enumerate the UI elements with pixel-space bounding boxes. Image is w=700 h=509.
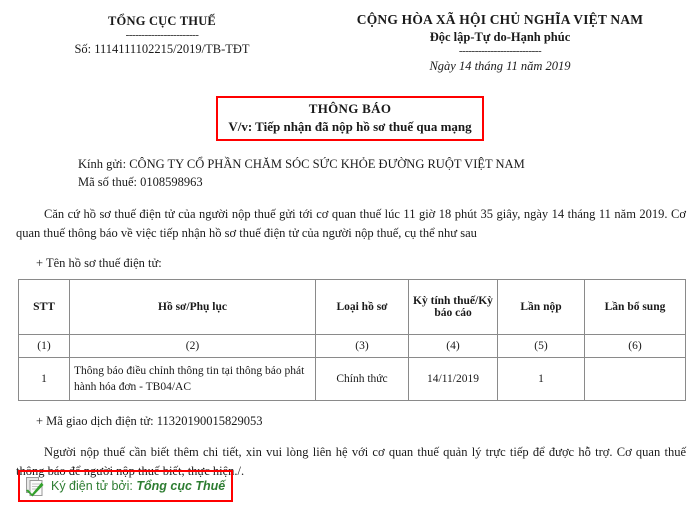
title-box: THÔNG BÁO V/v: Tiếp nhận đã nộp hồ sơ th…	[216, 96, 484, 141]
table-header-row: STT Hồ sơ/Phụ lục Loại hồ sơ Kỳ tính thu…	[18, 278, 686, 335]
recipient-company: Kính gửi: CÔNG TY CỔ PHẦN CHĂM SÓC SỨC K…	[78, 157, 525, 171]
signature-label-wrapper: Ký điện tử bởi: Tổng cục Thuế	[51, 479, 225, 493]
document-page: TỔNG CỤC THUẾ ----------------------- Số…	[0, 0, 700, 509]
efile-list-label: + Tên hồ sơ thuế điện tử:	[36, 255, 162, 270]
left-divider-rule: -----------------------	[125, 29, 199, 41]
cell-submission: 1	[497, 356, 585, 401]
header-left-block: TỔNG CỤC THUẾ ----------------------- Số…	[12, 10, 312, 57]
document-header: TỔNG CỤC THUẾ ----------------------- Số…	[0, 0, 700, 74]
issuing-organization: TỔNG CỤC THUẾ	[108, 14, 216, 28]
signed-document-check-icon	[24, 475, 46, 497]
cell-description: Thông báo điều chỉnh thông tin tại thông…	[69, 356, 316, 401]
recipient-tax-code: Mã số thuế: 0108598963	[78, 175, 203, 190]
number-cell-1: (1)	[18, 333, 70, 358]
column-header-description: Hồ sơ/Phụ lục	[69, 278, 316, 335]
title-section: THÔNG BÁO V/v: Tiếp nhận đã nộp hồ sơ th…	[0, 96, 700, 141]
number-cell-3: (3)	[315, 333, 409, 358]
cell-supplement	[584, 356, 686, 401]
number-cell-5: (5)	[497, 333, 585, 358]
column-header-stt: STT	[18, 278, 70, 335]
recipient-block: Kính gửi: CÔNG TY CỔ PHẦN CHĂM SÓC SỨC K…	[0, 155, 700, 191]
signature-label: Ký điện tử bởi:	[51, 479, 133, 493]
document-table-wrapper: STT Hồ sơ/Phụ lục Loại hồ sơ Kỳ tính thu…	[0, 278, 700, 401]
right-divider-rule: --------------------------	[458, 45, 542, 57]
number-cell-6: (6)	[584, 333, 686, 358]
document-table: STT Hồ sơ/Phụ lục Loại hồ sơ Kỳ tính thu…	[18, 278, 686, 401]
number-cell-2: (2)	[69, 333, 316, 358]
number-cell-4: (4)	[408, 333, 498, 358]
column-header-supplement: Lần bổ sung	[584, 278, 686, 335]
column-header-type: Loại hồ sơ	[315, 278, 409, 335]
transaction-code-line: + Mã giao dịch điện tử: 1132019001582905…	[36, 413, 263, 428]
digital-signature-section: Ký điện tử bởi: Tổng cục Thuế	[18, 470, 234, 502]
cell-type: Chính thức	[315, 356, 409, 401]
table-row: 1 Thông báo điều chỉnh thông tin tại thô…	[18, 356, 686, 401]
digital-signature-box: Ký điện tử bởi: Tổng cục Thuế	[18, 470, 234, 502]
signature-signer: Tổng cục Thuế	[136, 479, 226, 493]
header-right-block: CỘNG HÒA XÃ HỘI CHỦ NGHĨA VIỆT NAM Độc l…	[312, 10, 688, 74]
country-title: CỘNG HÒA XÃ HỘI CHỦ NGHĨA VIỆT NAM	[356, 12, 644, 27]
intro-paragraph: Căn cứ hồ sơ thuế điện tử của người nộp …	[16, 207, 686, 240]
table-number-row: (1) (2) (3) (4) (5) (6)	[18, 333, 686, 358]
table-head: STT Hồ sơ/Phụ lục Loại hồ sơ Kỳ tính thu…	[18, 278, 686, 335]
title-subtitle: V/v: Tiếp nhận đã nộp hồ sơ thuế qua mạn…	[228, 119, 472, 134]
national-motto: Độc lập-Tự do-Hạnh phúc	[429, 30, 571, 44]
cell-stt: 1	[18, 356, 70, 401]
cell-period: 14/11/2019	[408, 356, 498, 401]
page-title: THÔNG BÁO	[308, 101, 392, 116]
document-number: Số: 1114111102215/2019/TB-TĐT	[74, 42, 250, 56]
column-header-period: Kỳ tính thuế/Kỳ báo cáo	[408, 278, 498, 335]
table-body: (1) (2) (3) (4) (5) (6) 1 Thông báo điều…	[18, 333, 686, 401]
document-date: Ngày 14 tháng 11 năm 2019	[429, 59, 571, 73]
column-header-submission: Lần nộp	[497, 278, 585, 335]
